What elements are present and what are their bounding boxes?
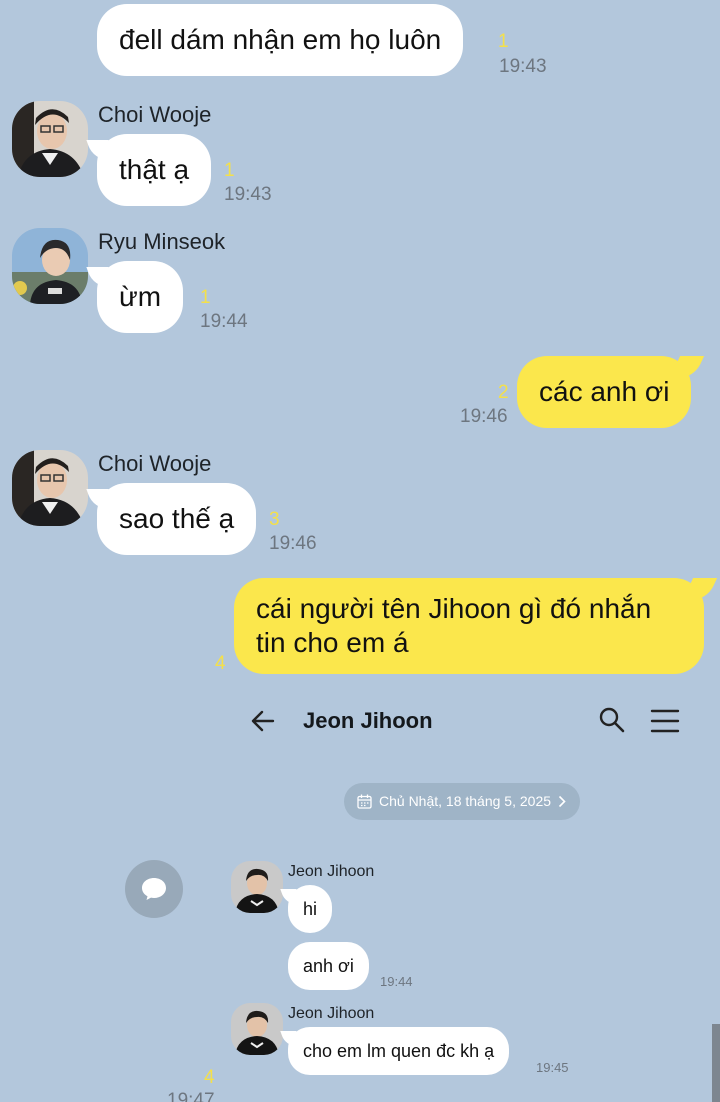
message-time: 19:44 — [200, 311, 248, 332]
message-text: sao thế ạ — [119, 503, 235, 534]
avatar — [231, 861, 283, 913]
my-message-bubble[interactable]: cái người tên Jihoon gì đó nhắn tin cho … — [234, 578, 704, 674]
message-text: hi — [303, 899, 318, 919]
message-text-line: cái người tên Jihoon gì đó nhắn — [256, 593, 652, 624]
embedded-chat-title: Jeon Jihoon — [303, 708, 433, 733]
message-text: cho em lm quen đc kh ạ — [303, 1041, 495, 1061]
message-time: 19:44 — [380, 974, 413, 989]
unread-count: 2 — [498, 382, 509, 403]
message-time: 19:46 — [460, 406, 508, 427]
message-bubble[interactable]: sao thế ạ — [97, 483, 257, 555]
unread-count: 1 — [498, 31, 509, 52]
calendar-icon — [357, 794, 372, 809]
message-time: 19:43 — [224, 184, 272, 205]
unread-count: 3 — [269, 509, 280, 530]
message-text: thật ạ — [119, 154, 190, 185]
avatar[interactable] — [12, 450, 88, 526]
unread-count: 4 — [204, 1067, 215, 1088]
message-time: 19:46 — [269, 533, 317, 554]
message-text-line: tin cho em á — [256, 627, 409, 658]
message-text: các anh ơi — [539, 376, 670, 407]
avatar — [231, 1003, 283, 1055]
chat-bubble-icon — [142, 878, 166, 900]
date-separator: Chủ Nhật, 18 tháng 5, 2025 — [344, 783, 580, 820]
message-bubble[interactable]: đell dám nhận em họ luôn — [97, 4, 464, 76]
unread-count: 1 — [224, 160, 235, 181]
my-message-bubble[interactable]: các anh ơi — [517, 356, 692, 428]
message-bubble: hi — [288, 885, 333, 933]
message-time: 19:45 — [536, 1060, 569, 1075]
sender-name: Choi Wooje — [98, 451, 212, 476]
message-text: ừm — [119, 281, 162, 312]
sender-name: Jeon Jihoon — [288, 1005, 375, 1022]
hamburger-menu-icon — [650, 709, 680, 733]
chevron-right-icon — [558, 795, 566, 808]
message-bubble[interactable]: thật ạ — [97, 134, 212, 206]
message-text: anh ơi — [303, 956, 354, 976]
message-time: 19:43 — [499, 56, 547, 77]
sender-name: Choi Wooje — [98, 102, 212, 127]
message-bubble[interactable]: ừm — [97, 261, 184, 333]
unread-count: 1 — [200, 287, 211, 308]
floating-chat-button[interactable] — [125, 860, 183, 918]
message-time: 19:47 — [167, 1090, 215, 1102]
message-bubble: anh ơi — [288, 942, 369, 990]
date-label: Chủ Nhật, 18 tháng 5, 2025 — [379, 793, 552, 809]
arrow-left-icon — [251, 710, 275, 732]
avatar[interactable] — [12, 228, 88, 304]
sender-name: Ryu Minseok — [98, 229, 226, 254]
message-text: đell dám nhận em họ luôn — [119, 24, 442, 55]
scrollbar[interactable] — [712, 1024, 720, 1102]
shared-screenshot-image[interactable]: Jeon Jihoon Chủ Nhật, 18 tháng 5, 2025 J… — [224, 690, 720, 1102]
avatar[interactable] — [12, 101, 88, 177]
search-icon — [599, 707, 625, 733]
sender-name: Jeon Jihoon — [288, 863, 375, 880]
unread-count: 4 — [215, 653, 226, 674]
chat-screen: đell dám nhận em họ luôn 1 19:43 Choi Wo… — [0, 0, 720, 1102]
message-bubble: cho em lm quen đc kh ạ — [288, 1027, 510, 1075]
